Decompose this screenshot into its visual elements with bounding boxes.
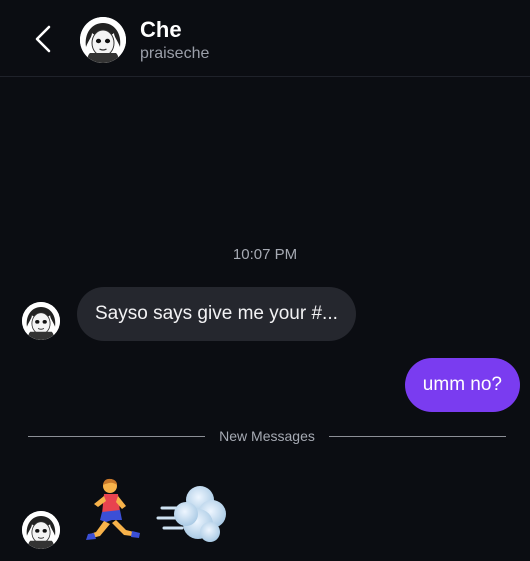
divider-line-left bbox=[28, 435, 206, 437]
sender-avatar[interactable] bbox=[22, 302, 60, 340]
contact-name[interactable]: Che bbox=[140, 17, 182, 43]
message-timestamp: 10:07 PM bbox=[232, 246, 298, 263]
divider-line-right bbox=[328, 435, 507, 437]
dashing-away-emoji[interactable] bbox=[154, 478, 230, 550]
new-messages-label: New Messages bbox=[219, 428, 315, 444]
incoming-message-text: Sayso says give me your #... bbox=[95, 303, 338, 324]
person-running-emoji[interactable] bbox=[82, 476, 144, 548]
back-button[interactable] bbox=[28, 22, 58, 56]
outgoing-message-bubble[interactable]: umm no? bbox=[404, 358, 520, 412]
contact-username[interactable]: praiseche bbox=[140, 45, 209, 63]
new-messages-divider: New Messages bbox=[28, 427, 507, 445]
outgoing-message-text: umm no? bbox=[422, 374, 502, 395]
contact-avatar[interactable] bbox=[80, 17, 126, 63]
chat-header: Che praiseche bbox=[0, 0, 530, 77]
incoming-message-bubble[interactable]: Sayso says give me your #... bbox=[77, 287, 356, 341]
sender-avatar[interactable] bbox=[22, 511, 60, 549]
chevron-left-icon bbox=[35, 25, 51, 53]
